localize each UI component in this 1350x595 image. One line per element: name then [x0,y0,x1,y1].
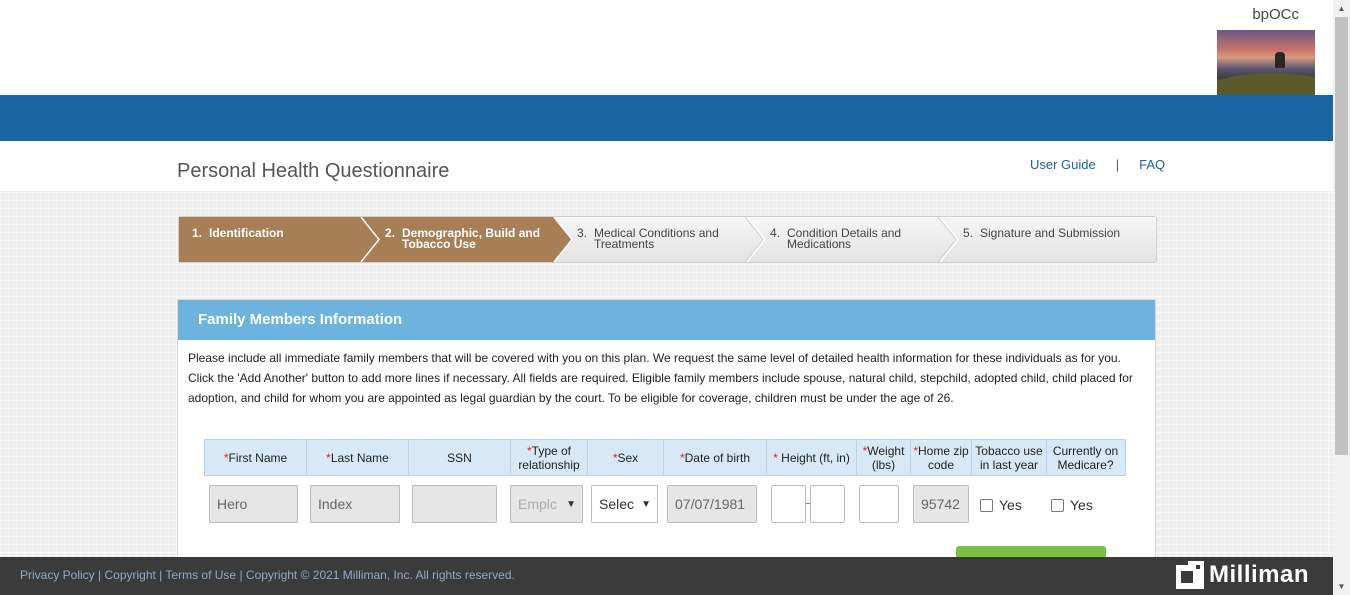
table-header: *First Name *Last Name SSN *Type of rela… [204,439,1126,476]
relationship-value: Emplc [518,496,557,512]
photo-hill [1217,73,1315,95]
first-name-input[interactable]: Hero [209,485,298,523]
sex-value: Selec [599,496,635,512]
step-divider-4 [939,217,959,262]
chevron-down-icon: ▼ [566,498,576,510]
medicare-checkbox-box[interactable] [1051,498,1064,512]
last-name-input[interactable]: Index [310,485,400,523]
ssn-input[interactable] [412,485,497,523]
footer-links: Privacy Policy | Copyright | Terms of Us… [20,568,515,582]
help-links: User Guide | FAQ [1030,157,1165,172]
step-divider-3 [746,217,766,262]
step-shadow-4 [937,217,957,262]
relationship-select[interactable]: Emplc ▼ [510,485,583,523]
milliman-logo: Milliman [1176,561,1309,589]
header-medicare: Currently on Medicare? [1052,443,1119,472]
copyright-notice: Copyright © 2021 Milliman, Inc. All righ… [245,568,515,582]
header-height: * Height (ft, in) [767,440,857,475]
step-signature[interactable]: 5. Signature and Submission [963,227,1150,239]
faq-link[interactable]: FAQ [1139,157,1165,172]
photo-figure [1275,52,1285,68]
family-members-table: *First Name *Last Name SSN *Type of rela… [204,439,1126,534]
tobacco-checkbox[interactable]: Yes [980,497,1022,513]
step-identification[interactable]: 1. Identification [192,227,369,239]
profile-photo[interactable] [1217,30,1315,95]
header-relationship: *Type of relationship [511,440,588,475]
panel-title: Family Members Information [178,300,1155,340]
height-feet-input[interactable] [771,485,806,523]
footer: Privacy Policy | Copyright | Terms of Us… [0,557,1333,595]
tobacco-checkbox-box[interactable] [980,498,993,512]
family-members-panel: Family Members Information Please includ… [177,299,1156,576]
header-weight: *Weight (lbs) [857,440,911,475]
terms-of-use-link[interactable]: Terms of Use [165,568,236,582]
panel-description: Please include all immediate family memb… [188,351,1133,405]
header-sex: *Sex [588,440,664,475]
header-ssn: SSN [409,440,511,475]
milliman-wordmark: Milliman [1209,561,1310,588]
privacy-policy-link[interactable]: Privacy Policy [20,568,95,582]
header-zip: *Home zip code [911,440,972,475]
copyright-link[interactable]: Copyright [104,568,155,582]
scrollbar-thumb[interactable] [1335,17,1348,455]
step-medical-conditions[interactable]: 3. Medical Conditions and Treatments [577,227,724,250]
header-tobacco: Tobacco use in last year [972,440,1047,475]
zip-input[interactable]: 95742 [913,485,969,523]
height-inches-input[interactable] [810,485,845,523]
chevron-down-icon: ▼ [641,498,651,510]
medicare-checkbox[interactable]: Yes [1051,497,1093,513]
tobacco-checkbox-label: Yes [999,497,1022,513]
milliman-logo-icon [1176,561,1204,589]
dob-input[interactable]: 07/07/1981 [667,485,757,523]
header-last-name: *Last Name [307,440,409,475]
title-bar: Personal Health Questionnaire User Guide… [0,141,1333,191]
header-first-name: *First Name [205,440,307,475]
username[interactable]: bpOCc [1252,6,1299,23]
top-header: bpOCc [0,0,1333,95]
medicare-checkbox-label: Yes [1070,497,1093,513]
brand-banner [0,95,1333,141]
scroll-up-icon[interactable]: ▲ [1333,0,1350,17]
step-demographic[interactable]: 2. Demographic, Build and Tobacco Use [385,227,542,250]
vertical-scrollbar[interactable]: ▲ ▼ [1333,0,1350,595]
scroll-down-icon[interactable]: ▼ [1333,578,1350,595]
table-row: Hero Index Emplc ▼ Selec ▼ 07/07/1981 9574… [204,476,1126,534]
header-dob: *Date of birth [664,440,767,475]
weight-input[interactable] [859,485,899,523]
step-shadow-3 [744,217,764,262]
step-condition-details[interactable]: 4. Condition Details and Medications [770,227,907,250]
page-title: Personal Health Questionnaire [177,160,450,182]
user-guide-link[interactable]: User Guide [1030,157,1096,172]
progress-stepper: 1. Identification 2. Demographic, Build an… [178,216,1157,263]
link-separator: | [1115,157,1120,172]
sex-select[interactable]: Selec ▼ [591,485,658,523]
